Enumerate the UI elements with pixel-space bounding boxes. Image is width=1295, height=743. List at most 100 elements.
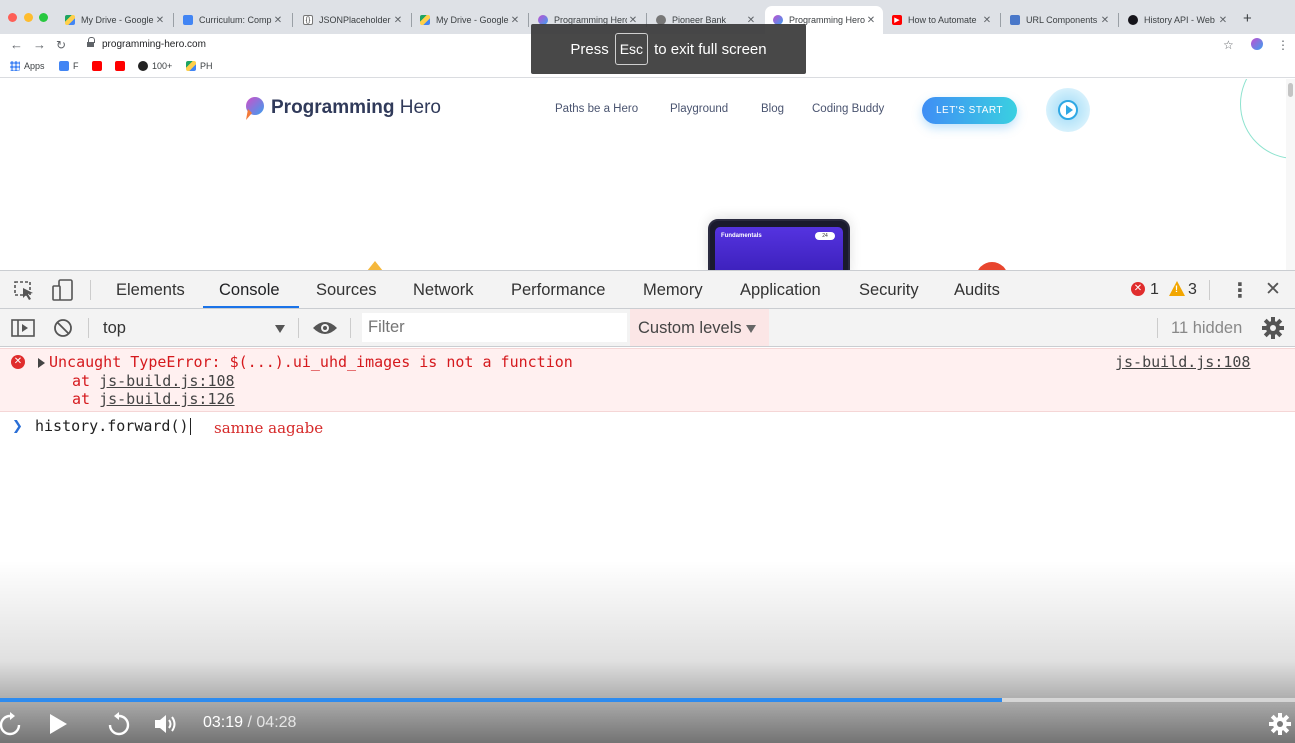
log-levels-dropdown[interactable]: Custom levels bbox=[630, 309, 769, 346]
stack-frame-link[interactable]: js-build.js:126 bbox=[99, 390, 234, 408]
console-prompt[interactable]: ❯ history.forward() samne aagabe bbox=[0, 413, 1295, 439]
close-tab-icon[interactable]: ✕ bbox=[272, 15, 284, 26]
devtools-menu-kebab-icon[interactable]: ⋮ bbox=[1230, 278, 1250, 303]
lets-start-button[interactable]: LET'S START bbox=[922, 97, 1017, 124]
close-tab-icon[interactable]: ✕ bbox=[154, 15, 166, 26]
browser-tab[interactable]: History API - Web ✕ bbox=[1120, 8, 1235, 32]
tab-audits[interactable]: Audits bbox=[954, 281, 1000, 300]
tab-label: History API - Web bbox=[1144, 15, 1215, 25]
tab-elements[interactable]: Elements bbox=[116, 281, 185, 300]
minimize-window-button[interactable] bbox=[24, 13, 33, 22]
expand-triangle-icon[interactable] bbox=[38, 358, 45, 368]
toolbar-divider bbox=[90, 280, 91, 300]
menu-kebab-icon[interactable]: ⋮ bbox=[1277, 37, 1289, 53]
google-docs-icon bbox=[59, 61, 69, 71]
nav-link-playground[interactable]: Playground bbox=[670, 103, 728, 115]
extension-icon[interactable] bbox=[1251, 38, 1263, 50]
context-select[interactable]: top bbox=[103, 319, 126, 338]
time-separator: / bbox=[243, 714, 257, 731]
bookmark-apps[interactable]: Apps bbox=[10, 61, 45, 71]
bookmark-100plus[interactable]: 100+ bbox=[138, 61, 172, 71]
back-arrow-icon[interactable]: ← bbox=[10, 37, 23, 53]
error-count-icon[interactable]: ✕ bbox=[1131, 282, 1145, 296]
warning-count[interactable]: 3 bbox=[1188, 281, 1197, 299]
bookmark-f[interactable]: F bbox=[59, 61, 79, 71]
bookmark-label: PH bbox=[200, 61, 213, 71]
forward-arrow-icon[interactable]: → bbox=[33, 37, 46, 53]
reload-icon[interactable]: ↻ bbox=[56, 37, 66, 53]
site-logo-text[interactable]: Programming Hero bbox=[271, 97, 441, 119]
fast-forward-icon[interactable] bbox=[106, 711, 132, 737]
phone-mockup: Fundamentals 24 bbox=[708, 219, 850, 270]
live-expression-eye-icon[interactable] bbox=[312, 320, 338, 336]
console-input-text: history.forward() bbox=[35, 417, 189, 435]
new-tab-icon[interactable]: + bbox=[1243, 10, 1252, 27]
browser-tab[interactable]: URL Components ✕ bbox=[1002, 8, 1117, 32]
volume-icon[interactable] bbox=[154, 713, 180, 735]
hidden-messages-count: 11 hidden bbox=[1171, 319, 1243, 337]
bookmark-star-icon[interactable]: ☆ bbox=[1223, 37, 1234, 53]
close-tab-icon[interactable]: ✕ bbox=[392, 15, 404, 26]
bookmark-youtube[interactable] bbox=[115, 61, 129, 71]
close-devtools-icon[interactable]: ✕ bbox=[1265, 278, 1281, 301]
tab-performance[interactable]: Performance bbox=[511, 281, 605, 300]
browser-tab[interactable]: Curriculum: Compl ✕ bbox=[175, 8, 290, 32]
console-settings-gear-icon[interactable] bbox=[1262, 317, 1284, 339]
video-progress-bar[interactable] bbox=[0, 698, 1295, 702]
browser-tab[interactable]: ▶ How to Automate ✕ bbox=[884, 8, 999, 32]
close-tab-icon[interactable]: ✕ bbox=[1099, 15, 1111, 26]
tab-application[interactable]: Application bbox=[740, 281, 821, 300]
page-scrollbar[interactable] bbox=[1286, 79, 1295, 270]
console-error-message[interactable]: ✕ Uncaught TypeError: $(...).ui_uhd_imag… bbox=[0, 348, 1295, 412]
inspect-element-icon[interactable] bbox=[14, 281, 36, 301]
console-input[interactable]: history.forward() bbox=[35, 417, 191, 435]
rewind-icon[interactable] bbox=[0, 711, 22, 737]
chevron-down-icon[interactable] bbox=[275, 325, 285, 333]
filter-input[interactable] bbox=[362, 313, 627, 342]
google-drive-icon bbox=[65, 15, 75, 25]
devtools-panel: Elements Console Sources Network Perform… bbox=[0, 270, 1295, 743]
youtube-icon bbox=[115, 61, 125, 71]
play-icon[interactable] bbox=[48, 713, 68, 735]
toolbar-divider bbox=[88, 318, 89, 338]
scrollbar-thumb[interactable] bbox=[1288, 83, 1293, 97]
google-docs-icon bbox=[183, 15, 193, 25]
browser-tab[interactable]: {} JSONPlaceholder ✕ bbox=[295, 8, 410, 32]
close-tab-icon[interactable]: ✕ bbox=[509, 15, 521, 26]
tab-label: My Drive - Google bbox=[81, 15, 154, 25]
close-tab-icon[interactable]: ✕ bbox=[865, 15, 877, 26]
decorative-shape bbox=[978, 262, 1006, 270]
tab-label: Curriculum: Compl bbox=[199, 15, 272, 25]
close-window-button[interactable] bbox=[8, 13, 17, 22]
bookmark-youtube[interactable] bbox=[92, 61, 106, 71]
programming-hero-logo-icon[interactable] bbox=[240, 95, 266, 121]
tab-console[interactable]: Console bbox=[219, 281, 280, 300]
close-tab-icon[interactable]: ✕ bbox=[1217, 15, 1229, 26]
tab-security[interactable]: Security bbox=[859, 281, 919, 300]
player-settings-gear-icon[interactable] bbox=[1269, 713, 1291, 735]
nav-link-paths[interactable]: Paths be a Hero bbox=[555, 103, 638, 115]
nav-link-blog[interactable]: Blog bbox=[761, 103, 784, 115]
video-play-button[interactable] bbox=[1046, 88, 1090, 132]
error-source-link[interactable]: js-build.js:108 bbox=[1115, 353, 1250, 371]
active-tab-indicator bbox=[203, 306, 299, 308]
close-tab-icon[interactable]: ✕ bbox=[981, 15, 993, 26]
toolbar-divider bbox=[1157, 318, 1158, 338]
tab-sources[interactable]: Sources bbox=[316, 281, 377, 300]
show-sidebar-icon[interactable] bbox=[11, 319, 35, 337]
tab-network[interactable]: Network bbox=[413, 281, 474, 300]
maximize-window-button[interactable] bbox=[39, 13, 48, 22]
device-toolbar-icon[interactable] bbox=[51, 279, 75, 301]
clear-console-icon[interactable] bbox=[53, 318, 73, 338]
tab-divider bbox=[173, 13, 174, 27]
browser-tab[interactable]: My Drive - Google ✕ bbox=[57, 8, 172, 32]
github-icon bbox=[138, 61, 148, 71]
stack-frame-link[interactable]: js-build.js:108 bbox=[99, 372, 234, 390]
bookmark-label: 100+ bbox=[152, 61, 173, 71]
bookmark-ph[interactable]: PH bbox=[186, 61, 213, 71]
tab-memory[interactable]: Memory bbox=[643, 281, 703, 300]
browser-tab[interactable]: My Drive - Google ✕ bbox=[412, 8, 527, 32]
error-count[interactable]: 1 bbox=[1150, 281, 1159, 299]
nav-link-coding-buddy[interactable]: Coding Buddy bbox=[812, 103, 884, 115]
warning-count-icon[interactable]: ! bbox=[1169, 281, 1185, 296]
